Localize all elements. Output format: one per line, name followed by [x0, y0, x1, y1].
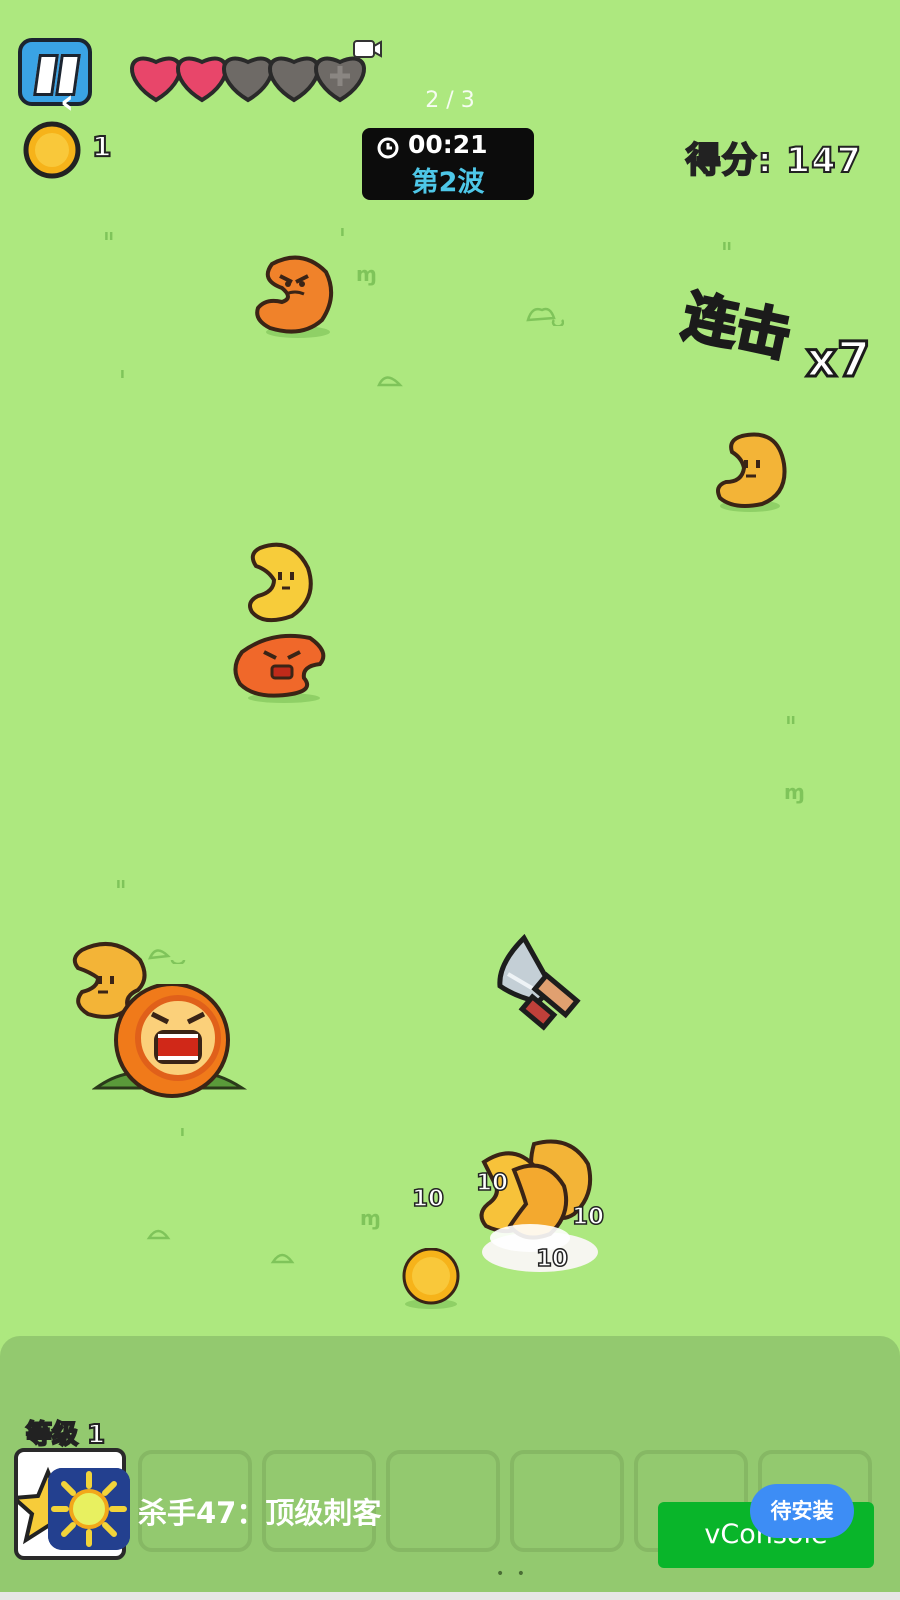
grass-tuft: ı — [120, 366, 125, 382]
grass-tuft: ıı — [722, 238, 732, 254]
skill-slot[interactable] — [386, 1450, 500, 1552]
coin-pickup — [402, 1248, 460, 1309]
damage-number: 10 — [571, 1203, 605, 1231]
grass-tuft: ı — [340, 224, 345, 240]
grass-tuft: ıı — [104, 228, 114, 244]
damage-number: 10 — [411, 1185, 445, 1213]
yellow-bean-enemy — [248, 542, 313, 623]
skill-slot[interactable] — [510, 1450, 624, 1552]
level-label: 等级 1 — [25, 1419, 106, 1451]
score-label: 得分: 147 — [685, 140, 862, 182]
angry-orange-bean-enemy — [233, 633, 326, 703]
wave-label: 第2波 — [411, 167, 485, 198]
ad-app-icon[interactable] — [48, 1468, 130, 1550]
coin-icon — [23, 121, 81, 179]
grass-tuft: ıı — [116, 876, 126, 892]
clock-icon — [377, 137, 399, 159]
yellow-bean-enemy — [716, 432, 787, 512]
damage-number: 10 — [475, 1169, 509, 1197]
timer-text: 00:21 — [408, 130, 488, 159]
ad-title[interactable]: 杀手47：顶级刺客 — [138, 1490, 381, 1532]
sun-burst-icon — [48, 1468, 130, 1550]
grass-tuft: ɱ — [784, 780, 805, 804]
timer-panel: 00:21 第2波 — [362, 128, 534, 200]
pebble — [526, 307, 564, 326]
angry-orange-boss-enemy — [92, 984, 248, 1098]
grass-tuft: ı — [180, 1124, 185, 1140]
grass-tuft: ɱ — [356, 262, 377, 286]
grass-tuft: ıı — [786, 712, 796, 728]
video-ad-icon[interactable] — [352, 38, 382, 60]
page-dots: • • — [496, 1566, 529, 1582]
angry-orange-bean-enemy — [255, 255, 334, 338]
grass-tuft: ɱ — [360, 1206, 381, 1230]
pebble — [270, 1253, 295, 1264]
pebble — [377, 376, 403, 387]
combo-count: x7 — [804, 331, 871, 390]
pebble — [146, 1229, 171, 1240]
pebble — [148, 949, 186, 964]
damage-number: 10 — [535, 1245, 569, 1273]
install-badge[interactable]: 待安装 — [750, 1484, 854, 1538]
bottom-bar — [0, 1592, 900, 1600]
coin-count: 1 — [91, 129, 113, 164]
knife-weapon — [497, 934, 581, 1031]
combo-label: 连击 — [676, 283, 798, 370]
page-counter: 2 / 3 — [425, 88, 475, 113]
